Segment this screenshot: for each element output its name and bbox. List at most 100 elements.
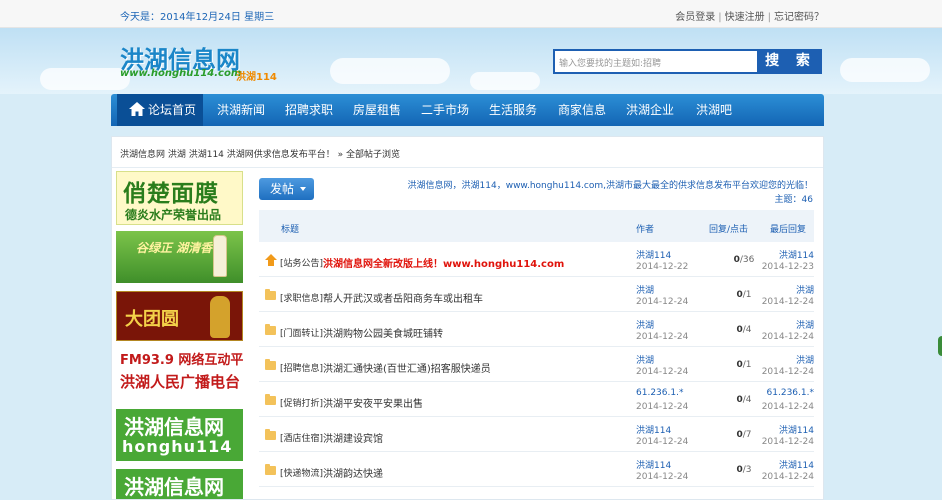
thread-stats: 0/1 xyxy=(736,360,752,370)
thread-title[interactable]: 洪湖购物公园美食城旺铺转 xyxy=(323,325,443,340)
top-bar: 今天是：2014年12月24日 星期三 会员登录 | 快速注册 | 忘记密码？ xyxy=(0,0,942,28)
thread-category[interactable]: [求职信息] xyxy=(280,291,323,304)
thread-date: 2014-12-24 xyxy=(636,437,689,447)
thread-category[interactable]: [门面转让] xyxy=(280,326,323,339)
table-row[interactable]: [招聘信息] 洪湖汇通快递(百世汇通)招客服快递员 洪湖 2014-12-24 … xyxy=(259,347,814,382)
thread-author[interactable]: 洪湖114 xyxy=(636,458,671,471)
thread-category[interactable]: [招聘信息] xyxy=(280,361,323,374)
thread-date: 2014-12-24 xyxy=(636,472,689,482)
last-reply-user[interactable]: 61.236.1.* xyxy=(767,388,814,398)
last-reply-user[interactable]: 洪湖 xyxy=(796,283,814,296)
topics-count: 主题：46 xyxy=(774,195,813,205)
ad-text: 洪湖人民广播电台 xyxy=(120,373,241,391)
thread-author[interactable]: 洪湖 xyxy=(636,318,654,331)
new-post-button[interactable]: 发帖 xyxy=(259,178,314,200)
thread-title[interactable]: 洪湖韵达快递 xyxy=(323,465,383,480)
folder-icon xyxy=(265,324,276,335)
thread-author[interactable]: 洪湖114 xyxy=(636,423,671,436)
bottle-image xyxy=(210,296,230,338)
table-row[interactable]: [酒店住宿] 洪湖建设宾馆 洪湖114 2014-12-24 0/7 洪湖114… xyxy=(259,417,814,452)
side-float-tab[interactable] xyxy=(938,336,942,356)
site-header: 洪湖信息网 www.honghu114.com 洪湖114 输入您要找的主题如:… xyxy=(0,28,942,94)
thread-author[interactable]: 洪湖 xyxy=(636,283,654,296)
search-button[interactable]: 搜 索 xyxy=(759,49,822,74)
ad-banner-radio[interactable]: FM93.9 网络互动平台 洪湖人民广播电台 xyxy=(116,349,243,401)
forum-notice: 洪湖信息网，洪湖114，www.honghu114.com,洪湖市最大最全的供求… xyxy=(407,181,813,191)
col-stats: 回复/点击 xyxy=(709,225,749,235)
thread-date: 2014-12-24 xyxy=(636,367,689,377)
thread-author[interactable]: 洪湖 xyxy=(636,353,654,366)
ad-text: 大团圆 xyxy=(125,309,179,330)
thread-title[interactable]: 洪湖信息网全新改版上线！www.honghu114.com xyxy=(323,255,564,270)
folder-icon xyxy=(265,289,276,300)
thread-title[interactable]: 洪湖建设宾馆 xyxy=(323,430,383,445)
chevron-down-icon xyxy=(300,187,306,191)
last-reply-user[interactable]: 洪湖 xyxy=(796,353,814,366)
new-post-label: 发帖 xyxy=(270,182,295,196)
nav-bar[interactable]: 洪湖吧 xyxy=(696,94,732,126)
thread-stats: 0/3 xyxy=(736,465,752,475)
last-reply-user[interactable]: 洪湖114 xyxy=(779,248,814,261)
last-reply-date: 2014-12-24 xyxy=(761,437,814,447)
ad-text: 俏楚面膜 xyxy=(123,181,219,207)
folder-icon xyxy=(265,359,276,370)
ad-text: 洪湖信息网 xyxy=(124,475,224,499)
thread-stats: 0/36 xyxy=(733,255,755,265)
account-links: 会员登录 | 快速注册 | 忘记密码？ xyxy=(675,8,824,23)
thread-category[interactable]: [酒店住宿] xyxy=(280,431,323,444)
ad-banner-honghu114[interactable]: 洪湖信息网 honghu114 xyxy=(116,409,243,461)
thread-table-header: 标题 作者 回复/点击 最后回复 xyxy=(259,210,814,242)
login-link[interactable]: 会员登录 xyxy=(675,8,715,23)
ad-banner-mask[interactable]: 俏楚面膜 德炎水产荣誉出品 xyxy=(116,171,243,225)
nav-merchants[interactable]: 商家信息 xyxy=(558,94,606,126)
nav-news[interactable]: 洪湖新闻 xyxy=(217,94,265,126)
thread-category[interactable]: [快递物流] xyxy=(280,466,323,479)
table-row[interactable]: [促销打折] 洪湖平安夜平安果出售 61.236.1.* 2014-12-24 … xyxy=(259,382,814,417)
last-reply-date: 2014-12-23 xyxy=(761,262,814,272)
nav-jobs[interactable]: 招聘求职 xyxy=(285,94,333,126)
folder-icon xyxy=(265,429,276,440)
breadcrumb: 洪湖信息网 洪湖 洪湖114 洪湖网供求信息发布平台！ » 全部帖子浏览 xyxy=(120,147,400,160)
last-reply-user[interactable]: 洪湖114 xyxy=(779,423,814,436)
thread-date: 2014-12-22 xyxy=(636,262,689,272)
thread-category[interactable]: [促销打折] xyxy=(280,396,323,409)
folder-icon xyxy=(265,464,276,475)
thread-title[interactable]: 帮人开武汉或者岳阳商务车或出租车 xyxy=(323,290,483,305)
search-input[interactable]: 输入您要找的主题如:招聘 xyxy=(553,49,759,74)
site-logo-url: www.honghu114.com xyxy=(120,68,242,79)
thread-title[interactable]: 洪湖汇通快递(百世汇通)招客服快递员 xyxy=(323,360,491,375)
last-reply-user[interactable]: 洪湖 xyxy=(796,318,814,331)
ad-text: 谷绿正 湖清香 xyxy=(136,241,213,255)
nav-services[interactable]: 生活服务 xyxy=(489,94,537,126)
table-row[interactable]: [站务公告] 洪湖信息网全新改版上线！www.honghu114.com 洪湖1… xyxy=(259,242,814,277)
breadcrumb-path[interactable]: 洪湖信息网 洪湖 洪湖114 洪湖网供求信息发布平台！ xyxy=(120,150,335,160)
ad-text: honghu114 xyxy=(122,437,233,456)
thread-date: 2014-12-24 xyxy=(636,402,689,412)
ad-banner-tuanyuan[interactable]: 大团圆 xyxy=(116,291,243,341)
ad-banner-wine[interactable]: 谷绿正 湖清香 xyxy=(116,231,243,283)
thread-author[interactable]: 61.236.1.* xyxy=(636,388,683,398)
thread-stats: 0/7 xyxy=(736,430,752,440)
table-row[interactable]: [门面转让] 洪湖购物公园美食城旺铺转 洪湖 2014-12-24 0/4 洪湖… xyxy=(259,312,814,347)
last-reply-date: 2014-12-24 xyxy=(761,472,814,482)
ad-banner-honghu114-2[interactable]: 洪湖信息网 xyxy=(116,469,243,499)
nav-housing[interactable]: 房屋租售 xyxy=(353,94,401,126)
ad-text: 德炎水产荣誉出品 xyxy=(125,208,222,222)
table-row[interactable]: [快递物流] 洪湖韵达快递 洪湖114 2014-12-24 0/3 洪湖114… xyxy=(259,452,814,487)
table-row[interactable]: [求职信息] 帮人开武汉或者岳阳商务车或出租车 洪湖 2014-12-24 0/… xyxy=(259,277,814,312)
thread-stats: 0/4 xyxy=(736,395,752,405)
register-link[interactable]: 快速注册 xyxy=(725,8,765,23)
col-last-reply: 最后回复 xyxy=(769,225,806,235)
nav-enterprises[interactable]: 洪湖企业 xyxy=(626,94,674,126)
last-reply-date: 2014-12-24 xyxy=(761,367,814,377)
nav-forum-home[interactable]: 论坛首页 xyxy=(117,94,203,126)
thread-title[interactable]: 洪湖平安夜平安果出售 xyxy=(323,395,423,410)
folder-icon xyxy=(265,394,276,405)
nav-secondhand[interactable]: 二手市场 xyxy=(421,94,469,126)
nav-label: 论坛首页 xyxy=(148,103,197,117)
thread-category[interactable]: [站务公告] xyxy=(280,256,323,269)
forgot-password-link[interactable]: 忘记密码？ xyxy=(774,8,824,23)
thread-author[interactable]: 洪湖114 xyxy=(636,248,671,261)
last-reply-user[interactable]: 洪湖114 xyxy=(779,458,814,471)
thread-stats: 0/1 xyxy=(736,290,752,300)
